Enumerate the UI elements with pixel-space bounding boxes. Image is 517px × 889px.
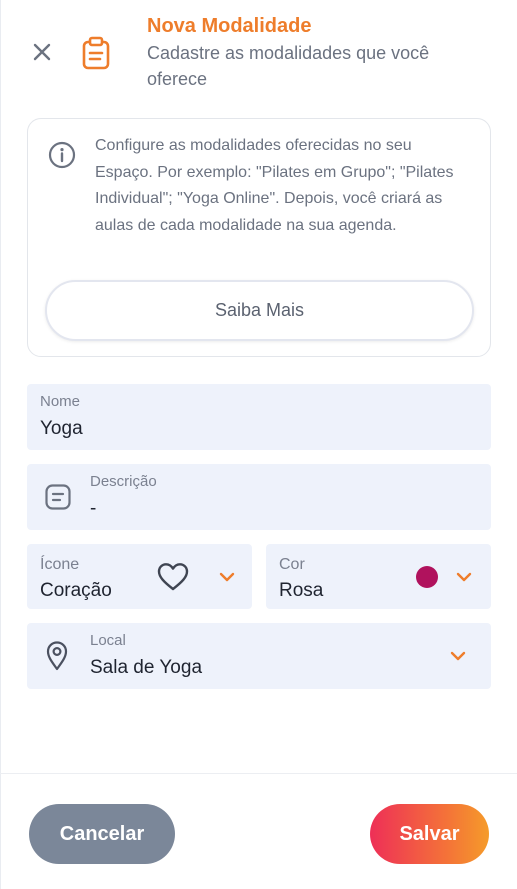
chevron-down-icon [456,572,472,582]
color-select[interactable]: Cor Rosa [266,544,491,609]
description-label: Descrição [90,473,157,490]
icon-select-label: Ícone [40,556,80,573]
location-select[interactable]: Local Sala de Yoga [27,623,491,689]
location-pin-icon [45,640,69,672]
location-label: Local [90,632,126,649]
cancel-button[interactable]: Cancelar [29,804,175,864]
footer-divider [0,773,517,774]
color-swatch [416,566,438,588]
location-value: Sala de Yoga [90,657,203,678]
info-icon [48,141,76,169]
color-select-value: Rosa [279,580,324,601]
icon-select[interactable]: Ícone Coração [27,544,252,609]
clipboard-icon [80,36,112,70]
new-modality-screen: Nova Modalidade Cadastre as modalidades … [0,0,517,889]
chevron-down-icon [450,651,466,661]
page-title: Nova Modalidade [147,15,312,37]
name-field[interactable]: Nome Yoga [27,384,491,450]
save-button[interactable]: Salvar [370,804,489,864]
learn-more-button[interactable]: Saiba Mais [45,280,474,341]
header: Nova Modalidade Cadastre as modalidades … [147,12,487,92]
close-icon[interactable] [30,40,54,64]
name-label: Nome [40,393,81,410]
info-card: Configure as modalidades oferecidas no s… [27,118,491,357]
description-value: - [90,498,97,519]
name-value: Yoga [40,418,83,439]
chevron-down-icon [219,572,235,582]
color-select-label: Cor [279,556,305,573]
description-icon [44,483,72,511]
page-subtitle: Cadastre as modalidades que você oferece [147,43,430,89]
heart-icon [157,562,189,592]
description-field[interactable]: Descrição - [27,464,491,530]
info-text: Configure as modalidades oferecidas no s… [95,137,454,234]
icon-select-value: Coração [40,580,112,601]
left-border [0,0,1,889]
